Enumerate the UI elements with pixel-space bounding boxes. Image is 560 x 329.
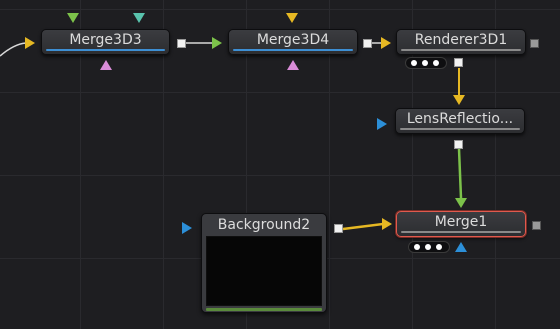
background2-effect-mask-input[interactable]	[182, 222, 192, 234]
merge1-view-indicator[interactable]	[408, 241, 450, 253]
merge3d4-background-input[interactable]	[212, 37, 222, 49]
node-lensreflection-underline	[400, 128, 520, 130]
view-dot-2	[422, 60, 428, 66]
merge3d3-output-port[interactable]	[177, 39, 186, 48]
merge1-output-port[interactable]	[532, 221, 541, 230]
merge1-foreground-input-arrow[interactable]	[455, 198, 467, 208]
node-merge3d4-label: Merge3D4	[256, 32, 330, 48]
merge3d4-scene-input-yellow[interactable]	[286, 13, 298, 23]
node-merge1-label: Merge1	[434, 214, 488, 230]
renderer3d1-side-output-port[interactable]	[530, 39, 539, 48]
renderer3d1-output-port[interactable]	[454, 58, 463, 67]
node-merge3d4-underline	[233, 49, 353, 51]
merge3d3-scene-input-green[interactable]	[67, 13, 79, 23]
lensreflection-effect-mask-input[interactable]	[377, 118, 387, 130]
renderer3d1-scene-input[interactable]	[381, 37, 391, 49]
node-lensreflection[interactable]: LensReflectio...	[395, 108, 525, 134]
merge3d4-foreground-input[interactable]	[287, 60, 299, 70]
view-dot-3	[433, 60, 439, 66]
node-merge3d3[interactable]: Merge3D3	[41, 29, 170, 55]
node-renderer3d1-label: Renderer3D1	[414, 32, 508, 48]
background2-output-port[interactable]	[334, 224, 343, 233]
node-renderer3d1-underline	[401, 49, 521, 51]
view-dot-3	[436, 244, 442, 250]
merge3d4-output-port[interactable]	[363, 39, 372, 48]
node-editor-canvas[interactable]: Merge3D3 Merge3D4 Renderer3D1 LensReflec…	[0, 0, 560, 329]
node-background2-thumbnail	[206, 236, 322, 306]
node-merge1[interactable]: Merge1	[396, 211, 526, 237]
renderer3d1-view-indicator[interactable]	[405, 57, 447, 69]
node-background2-underline	[206, 308, 322, 311]
link-lensreflection-to-merge1	[457, 148, 463, 199]
node-merge3d4[interactable]: Merge3D4	[228, 29, 358, 55]
merge3d3-foreground-input[interactable]	[100, 60, 112, 70]
merge3d3-scene-input-teal[interactable]	[133, 13, 145, 23]
view-dot-1	[414, 244, 420, 250]
node-renderer3d1[interactable]: Renderer3D1	[396, 29, 526, 55]
node-background2[interactable]: Background2	[201, 213, 327, 313]
node-lensreflection-label: LensReflectio...	[406, 111, 514, 127]
node-background2-label: Background2	[217, 217, 311, 233]
link-into-merge3d3	[0, 42, 27, 57]
node-merge1-underline	[401, 231, 521, 233]
merge1-effect-mask-input[interactable]	[455, 242, 467, 252]
view-dot-2	[425, 244, 431, 250]
lensreflection-output-port[interactable]	[454, 140, 463, 149]
node-merge3d3-underline	[46, 49, 165, 51]
link-background2-to-merge1	[342, 222, 384, 231]
lensreflection-input-arrow[interactable]	[453, 95, 465, 105]
node-merge3d3-label: Merge3D3	[69, 32, 142, 48]
merge3d3-background-input[interactable]	[25, 37, 35, 49]
view-dot-1	[411, 60, 417, 66]
merge1-background-input[interactable]	[382, 218, 392, 230]
